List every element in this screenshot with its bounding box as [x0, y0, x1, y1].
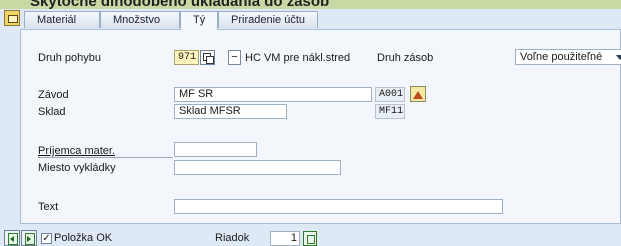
document-icon[interactable] [4, 10, 20, 26]
sklad-code: MF11 [375, 104, 405, 119]
zavod-label: Závod [38, 89, 69, 101]
prijemca-input[interactable] [174, 142, 257, 157]
tab-panel: Druh pohybu 971 − HC VM pre nákl.stred D… [20, 29, 621, 224]
polozka-ok-checkbox[interactable]: ✓ [41, 233, 52, 244]
window-caption: Skytočné dlhodobého ukladania do zásob [30, 0, 330, 10]
sklad-label: Sklad [38, 106, 66, 118]
mountain-icon[interactable] [410, 86, 426, 102]
druh-zasob-select[interactable]: Voľne použiteľné [515, 49, 621, 65]
chevron-down-icon [616, 55, 621, 60]
next-item-icon[interactable] [21, 230, 37, 246]
navigate-icon[interactable] [303, 231, 317, 246]
text-input[interactable] [174, 199, 503, 214]
copy-icon[interactable] [200, 50, 215, 65]
polozka-ok-label: Položka OK [54, 232, 113, 244]
druh-pohybu-label: Druh pohybu [38, 52, 101, 64]
druh-pohybu-text: HC VM pre nákl.stred [245, 52, 351, 64]
zavod-input[interactable]: MF SR [174, 87, 372, 102]
prijemca-label: Príjemca mater. [38, 145, 116, 157]
druh-zasob-value: Voľne použiteľné [520, 51, 603, 63]
text-label: Text [38, 201, 59, 213]
tab-ty[interactable]: Tý [180, 11, 218, 30]
druh-zasob-label: Druh zásob [377, 52, 434, 64]
minus-icon[interactable]: − [228, 50, 241, 65]
previous-item-icon[interactable] [4, 230, 20, 246]
tab-mnozstvo[interactable]: Množstvo [100, 11, 180, 28]
zavod-code: A001 [375, 87, 405, 102]
riadok-label: Riadok [215, 232, 250, 244]
druh-pohybu-input[interactable]: 971 [174, 50, 199, 65]
riadok-input[interactable]: 1 [270, 231, 300, 246]
miesto-input[interactable] [174, 160, 341, 175]
sklad-input[interactable]: Sklad MFSR [174, 104, 287, 119]
prijemca-underline [38, 157, 173, 158]
tabstrip: Materiál Množstvo Tý Priradenie účtu [24, 11, 621, 30]
miesto-label: Miesto vykládky [38, 162, 116, 174]
tab-priradenie-uctu[interactable]: Priradenie účtu [218, 11, 318, 28]
tab-material[interactable]: Materiál [24, 11, 100, 28]
